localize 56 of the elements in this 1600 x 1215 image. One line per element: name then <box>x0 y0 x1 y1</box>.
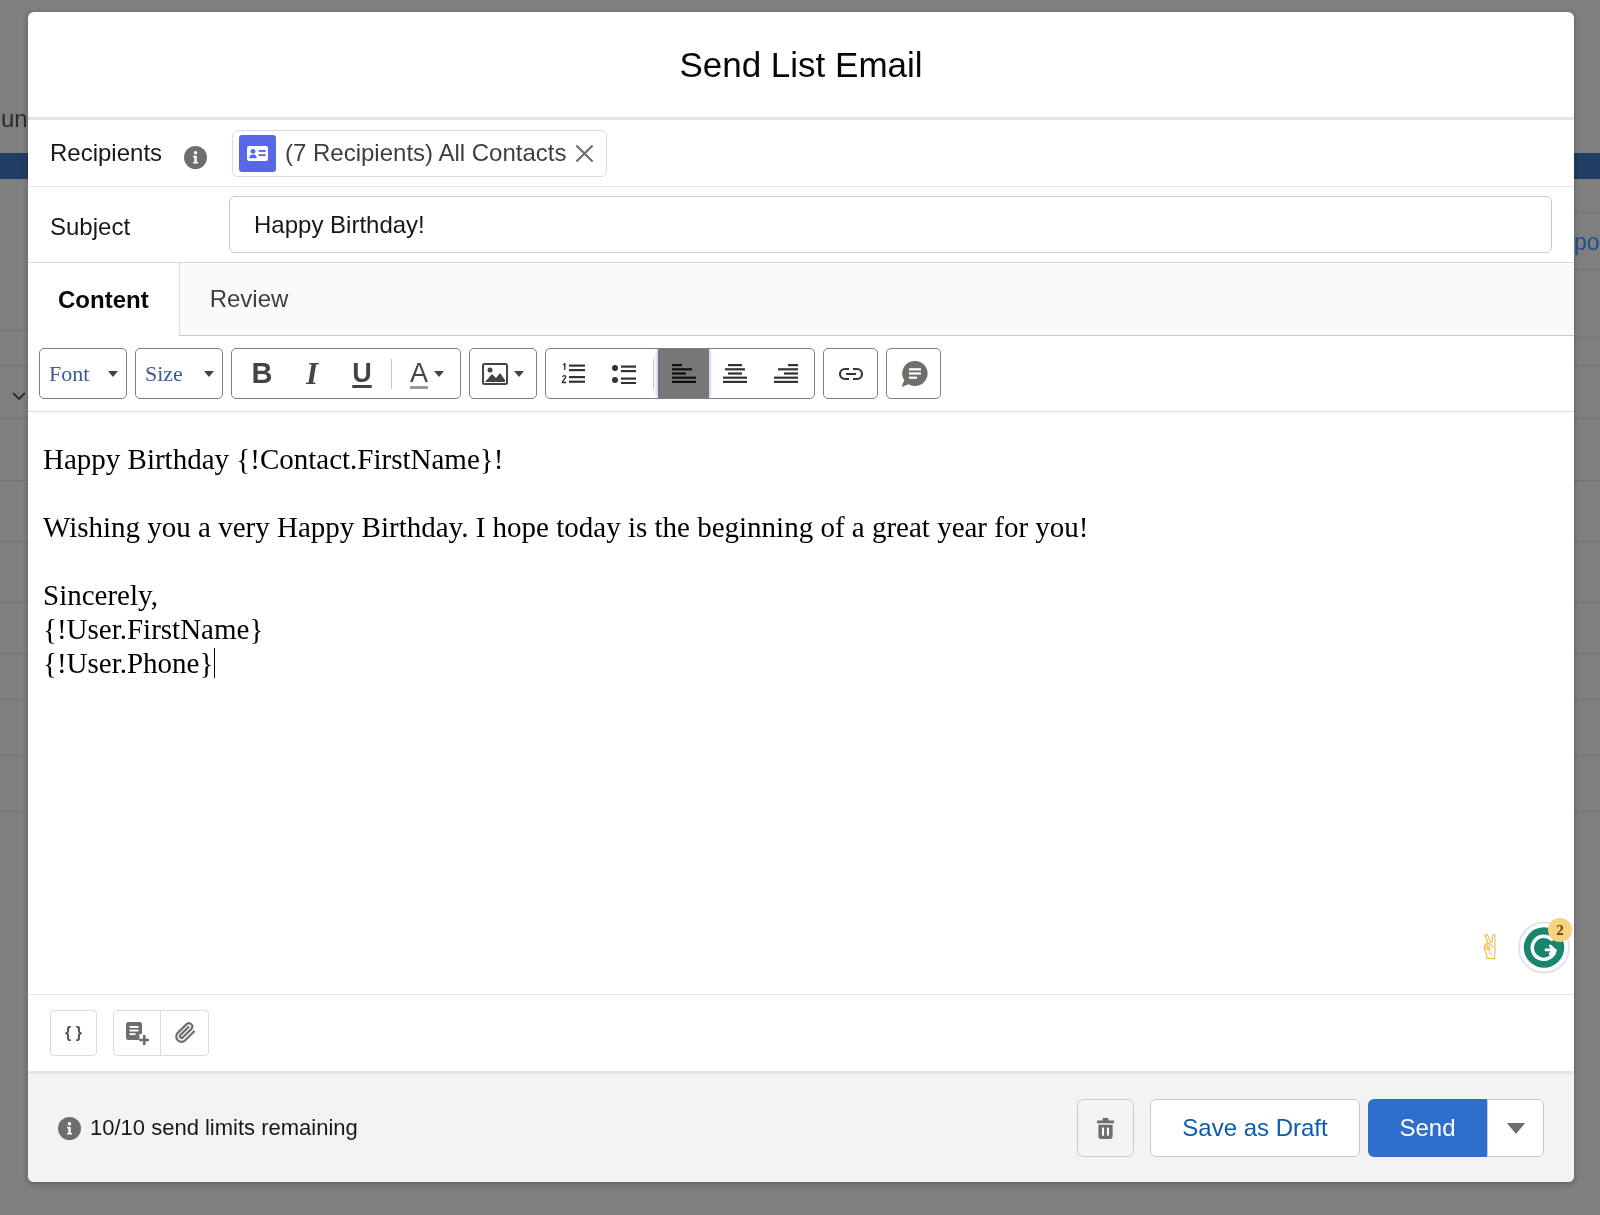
comment-button[interactable] <box>886 348 941 399</box>
speech-bubble-icon <box>899 359 928 388</box>
recipients-label: Recipients <box>50 138 164 168</box>
email-body-line: Happy Birthday {!Contact.FirstName}! <box>43 442 504 476</box>
align-left-button[interactable] <box>658 349 709 398</box>
numbered-list-icon <box>560 362 585 385</box>
peace-hand-icon: ✌ <box>1476 927 1505 967</box>
email-body-line: Sincerely, <box>43 578 158 612</box>
image-icon <box>482 362 508 385</box>
email-body-line: {!User.FirstName} <box>43 612 264 646</box>
send-limits-text: 10/10 send limits remaining <box>90 1114 358 1142</box>
insert-image-button[interactable] <box>469 348 537 399</box>
bulleted-list-icon <box>611 363 636 384</box>
tab[interactable]: Content <box>28 263 180 336</box>
tab[interactable]: Review <box>179 263 319 336</box>
merge-field-button[interactable]: { } <box>50 1010 97 1056</box>
caret-down-icon <box>434 370 444 377</box>
text-color-button[interactable]: A <box>396 349 458 398</box>
send-button[interactable]: Send <box>1368 1099 1487 1157</box>
background-link-text: po <box>1574 228 1600 256</box>
subject-label: Subject <box>50 211 132 242</box>
align-center-icon <box>722 363 747 384</box>
paperclip-icon <box>172 1021 197 1045</box>
send-options-button[interactable] <box>1487 1099 1544 1157</box>
contact-card-icon <box>239 134 276 172</box>
email-body-line: {!User.Phone} <box>43 646 214 680</box>
count-badge: 2 <box>1548 918 1572 942</box>
dialog-title: Send List Email <box>679 44 923 85</box>
align-right-icon <box>773 363 798 384</box>
email-body-line: Wishing you a very Happy Birthday. I hope today is the beginning of a great year for you! <box>43 510 1089 544</box>
remove-button[interactable] <box>575 143 595 163</box>
caret-down-icon <box>204 370 214 377</box>
trash-icon <box>1096 1117 1115 1139</box>
caret-down-icon <box>108 370 118 377</box>
document-plus-icon <box>125 1021 149 1045</box>
caret-down-icon <box>1505 1122 1526 1134</box>
chevron-down-icon <box>12 392 26 400</box>
background-text: un <box>1 105 28 133</box>
delete-button[interactable] <box>1077 1099 1134 1157</box>
recipient-list-name: (7 Recipients) All Contacts <box>285 138 567 168</box>
size-dropdown[interactable]: Size <box>135 348 223 399</box>
font-dropdown[interactable]: Font <box>39 348 127 399</box>
close-icon <box>575 143 595 163</box>
info-icon <box>184 146 207 169</box>
underline-button[interactable]: U <box>337 349 387 398</box>
bold-button[interactable]: B <box>237 349 287 398</box>
link-icon <box>837 366 864 381</box>
subject-field[interactable]: Happy Birthday! <box>229 196 1552 253</box>
background-nav-bar <box>1574 153 1600 179</box>
background-nav-bar <box>0 153 28 179</box>
save-draft-button[interactable]: Save as Draft <box>1150 1099 1360 1157</box>
italic-button[interactable]: I <box>287 349 337 398</box>
align-left-icon <box>671 363 696 384</box>
caret-down-icon <box>514 370 524 377</box>
info-icon <box>58 1116 81 1140</box>
insert-link-button[interactable] <box>823 348 878 399</box>
